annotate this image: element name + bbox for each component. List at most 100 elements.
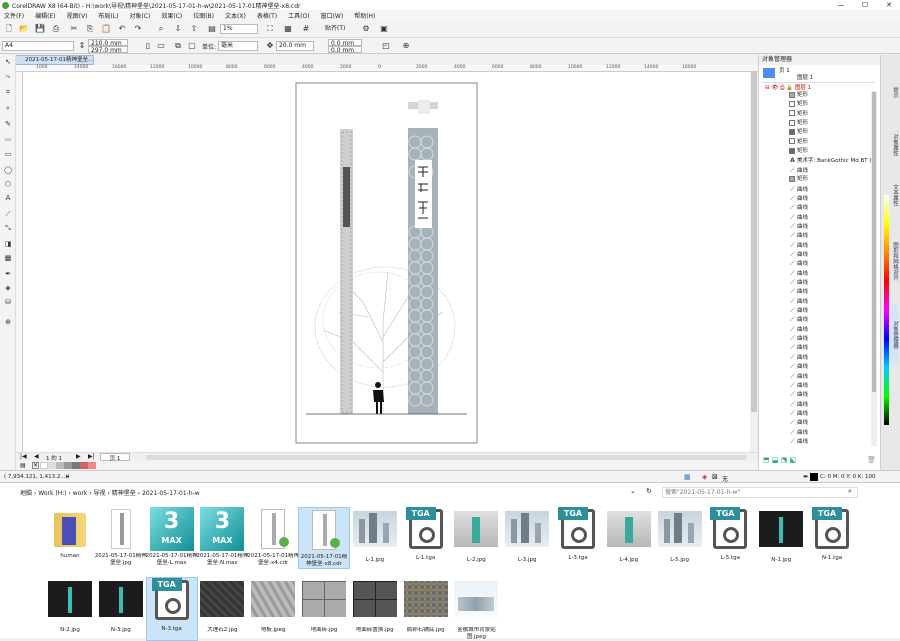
refresh-icon[interactable]: ↻: [646, 487, 652, 495]
polygon-tool-icon[interactable]: ⬡: [3, 179, 13, 189]
snap-to-dropdown[interactable]: 贴齐(T): [322, 24, 356, 34]
next-page-icon[interactable]: ▶: [76, 453, 81, 460]
drop-shadow-icon[interactable]: ◨: [3, 239, 13, 249]
file-item[interactable]: 2021-05-17-01精神堡垒.jpg: [95, 507, 147, 567]
new-icon[interactable]: 🗋: [3, 23, 15, 34]
breadcrumb-item[interactable]: 导视: [94, 490, 106, 497]
breadcrumb-item[interactable]: work: [73, 490, 88, 497]
file-item[interactable]: 3 MAX 2021-05-17-01精神堡垒-N.max: [196, 507, 248, 567]
palette-menu-icon[interactable]: ▤: [20, 462, 26, 469]
docker-tab[interactable]: 对象属性: [883, 121, 899, 169]
color-swatch[interactable]: [64, 462, 72, 469]
om-object-row[interactable]: 矩形: [789, 91, 877, 100]
om-object-row[interactable]: ⟋ 曲线: [789, 287, 877, 296]
text-tool-icon[interactable]: A: [3, 193, 13, 203]
menu-item[interactable]: 表格(T): [257, 11, 277, 20]
freehand-tool-icon[interactable]: ✎: [3, 119, 13, 129]
print-icon[interactable]: ⎙: [780, 85, 784, 91]
om-object-row[interactable]: ⟋ 曲线: [789, 400, 877, 409]
om-object-row[interactable]: 矩形: [789, 110, 877, 119]
delete-icon[interactable]: 🗑: [867, 456, 876, 464]
file-item[interactable]: TGA L-3.tga: [552, 507, 604, 569]
file-item[interactable]: 2021-05-17-01精神堡垒-x8.cdr: [298, 507, 350, 569]
master-layer-even-icon[interactable]: ⬕: [790, 456, 797, 464]
menu-item[interactable]: 效果(C): [161, 11, 182, 20]
file-item[interactable]: 地面砖置换.jpg: [349, 577, 401, 641]
parallel-dimension-icon[interactable]: ⟋: [3, 209, 13, 219]
eyedropper-icon[interactable]: ✒: [3, 269, 13, 279]
menu-item[interactable]: 布局(L): [98, 11, 118, 20]
new-layer-icon[interactable]: ⬒: [763, 456, 770, 464]
application-launcher-icon[interactable]: ▣: [378, 23, 390, 34]
page-width-field[interactable]: 210.0 mm: [88, 39, 128, 46]
om-object-row[interactable]: 矩形: [789, 128, 877, 137]
om-object-row[interactable]: ⟋ 曲线: [789, 297, 877, 306]
file-item[interactable]: N-3.jpg: [95, 577, 147, 641]
canvas-vertical-scrollbar[interactable]: [750, 72, 758, 452]
show-rulers-icon[interactable]: ▦: [282, 23, 294, 34]
duplicate-x-field[interactable]: 0.0 mm: [328, 39, 362, 46]
master-layer-odd-icon[interactable]: ⬔: [781, 456, 788, 464]
om-object-row[interactable]: ⟋ 曲线: [789, 437, 877, 446]
om-object-row[interactable]: ⟋ 曲线: [789, 213, 877, 222]
outline-pen-icon[interactable]: ✒: [803, 473, 809, 481]
artistic-media-icon[interactable]: 〰: [3, 135, 13, 145]
zoom-level-field[interactable]: 1%: [220, 24, 258, 34]
status-arrow-icon[interactable]: ▸: [66, 473, 69, 480]
om-object-row[interactable]: ⟋ 曲线: [789, 231, 877, 240]
file-item[interactable]: 3 MAX 2021-05-17-01精神堡垒-L.max: [146, 507, 198, 567]
om-object-row[interactable]: ⟋ 曲线: [789, 325, 877, 334]
file-item[interactable]: L-3.jpg: [501, 507, 553, 571]
publish-pdf-icon[interactable]: ▤: [206, 23, 218, 34]
file-item[interactable]: TGA L-1.tga: [400, 507, 452, 569]
new-master-layer-icon[interactable]: ⬓: [772, 456, 779, 464]
om-object-row[interactable]: ⟋ 曲线: [789, 222, 877, 231]
connector-tool-icon[interactable]: ⤡: [3, 223, 13, 233]
import-icon[interactable]: ⇩: [172, 23, 184, 34]
om-object-row[interactable]: ⟋ 曲线: [789, 428, 877, 437]
undo-icon[interactable]: ↶: [116, 23, 128, 34]
print-icon[interactable]: ⎙: [50, 23, 62, 34]
color-palette-strip[interactable]: [884, 195, 889, 425]
om-object-row[interactable]: ⟋ 曲线: [789, 362, 877, 371]
om-scrollbar[interactable]: [871, 91, 877, 446]
drawing-canvas[interactable]: [23, 72, 750, 452]
shape-tool-icon[interactable]: ⤷: [3, 71, 13, 81]
om-object-row[interactable]: ⟋ 曲线: [789, 353, 877, 362]
file-item[interactable]: N-1.jpg: [755, 507, 807, 571]
full-screen-icon[interactable]: ⛶: [264, 23, 276, 34]
om-object-row[interactable]: ⟋ 曲线: [789, 194, 877, 203]
file-item[interactable]: TGA L-5.tga: [704, 507, 756, 569]
document-tab[interactable]: 2021-05-17-01精神堡垒...: [14, 55, 94, 65]
export-icon[interactable]: ⇧: [188, 23, 200, 34]
om-object-row[interactable]: ⟋ 曲线: [789, 278, 877, 287]
om-object-row[interactable]: 矩形: [789, 119, 877, 128]
om-object-row[interactable]: ⟋ 曲线: [789, 241, 877, 250]
search-input[interactable]: 搜索"2021-05-17-01-h-w": [662, 487, 858, 498]
vertical-ruler[interactable]: [16, 72, 23, 452]
om-object-row[interactable]: ⟋ 曲线: [789, 250, 877, 259]
rectangle-tool-icon[interactable]: ▭: [3, 149, 13, 159]
horizontal-scrollbar[interactable]: [146, 455, 746, 460]
search-icon[interactable]: ⌕: [848, 487, 852, 496]
file-item[interactable]: 鹅卵石铺底.jpg: [400, 577, 452, 641]
crop-tool-icon[interactable]: ⌗: [3, 87, 13, 97]
close-button[interactable]: ✕: [878, 0, 900, 10]
om-object-row[interactable]: ⟋ 曲线: [789, 306, 877, 315]
first-page-icon[interactable]: |◀: [20, 453, 27, 460]
file-item[interactable]: 金融城市背景贴图.jpeg: [450, 577, 502, 641]
pick-tool-icon[interactable]: ↖: [3, 57, 13, 67]
menu-item[interactable]: 窗口(W): [321, 11, 344, 20]
om-object-row[interactable]: ⟋ 曲线: [789, 269, 877, 278]
save-icon[interactable]: 💾: [34, 23, 46, 34]
om-object-row[interactable]: ⟋ 曲线: [789, 372, 877, 381]
file-item[interactable]: TGA N-3.tga: [145, 577, 198, 641]
page-tab-1[interactable]: 页 1: [100, 453, 130, 462]
menu-item[interactable]: 对象(C): [129, 11, 150, 20]
copy-icon[interactable]: ⎘: [84, 23, 96, 34]
om-object-row[interactable]: ⟋ 曲线: [789, 259, 877, 268]
om-object-row[interactable]: ⟋ 曲线: [789, 315, 877, 324]
scrollbar-thumb[interactable]: [751, 72, 757, 412]
color-swatch[interactable]: [72, 462, 80, 469]
file-item[interactable]: L-5.jpg: [654, 507, 706, 571]
